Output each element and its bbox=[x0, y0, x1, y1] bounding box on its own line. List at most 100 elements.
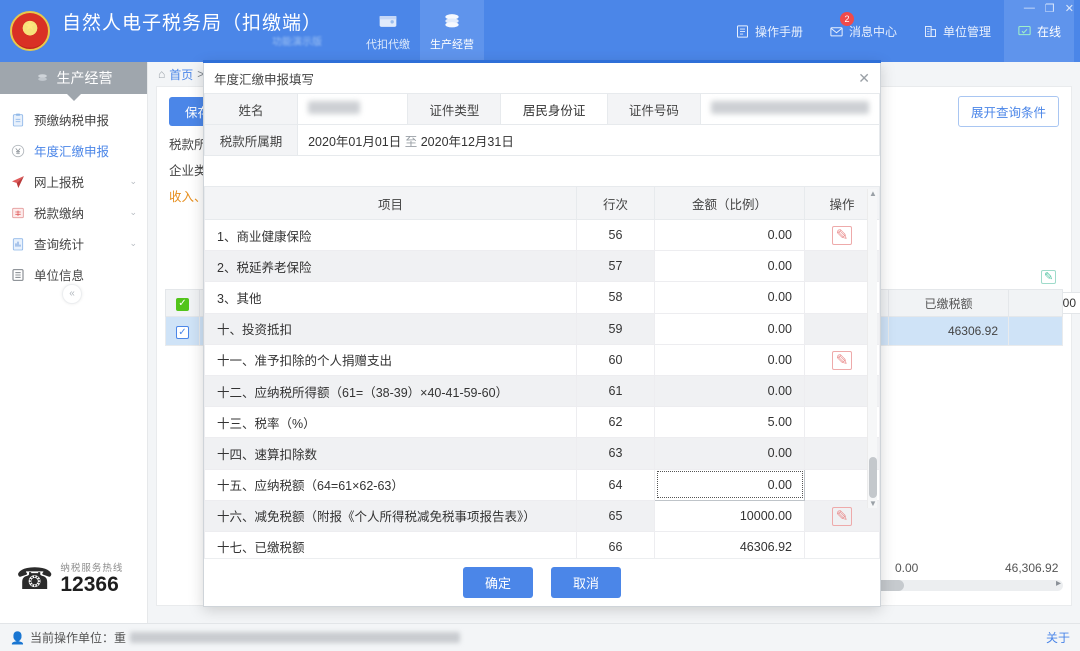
module-tab-label: 生产经营 bbox=[430, 38, 475, 51]
grid-cell-line-number: 57 bbox=[576, 250, 655, 283]
cancel-button[interactable]: 取消 bbox=[551, 567, 622, 598]
id-number-label: 证件号码 bbox=[606, 93, 702, 125]
top-header-bar: 自然人电子税务局（扣缴端） 功能演示版 代扣代缴 生产经营 bbox=[0, 0, 1080, 62]
scroll-down-arrow-icon[interactable]: ▼ bbox=[868, 499, 878, 508]
grid-row[interactable]: 十、投资抵扣 59 0.00 bbox=[204, 312, 880, 345]
grid-cell-line-number: 59 bbox=[576, 312, 655, 345]
grid-cell-line-number: 66 bbox=[576, 530, 655, 558]
sidebar-header: 生产经营 bbox=[0, 62, 147, 101]
id-type-value: 居民身份证 bbox=[500, 93, 608, 125]
grid-row[interactable]: 十一、准予扣除的个人捐赠支出 60 0.00 ✎ bbox=[204, 343, 880, 376]
grid-cell-action bbox=[804, 530, 880, 558]
grid-col-line: 行次 bbox=[576, 186, 655, 220]
expand-query-button[interactable]: 展开查询条件 bbox=[957, 96, 1059, 127]
module-tab-daikoudaijiao[interactable]: 代扣代缴 bbox=[356, 0, 420, 62]
window-minimize-button[interactable]: — bbox=[1024, 2, 1035, 15]
summary-paid: 46,306.92 bbox=[1005, 561, 1059, 575]
sidebar-item-online-filing[interactable]: 网上报税 ⌄ bbox=[0, 166, 147, 197]
grid-row[interactable]: 十五、应纳税额（64=61×62-63） 64 0.00 bbox=[204, 468, 880, 501]
row-checkbox-cell[interactable]: ✓ bbox=[165, 316, 200, 346]
chevron-down-icon: ⌄ bbox=[129, 176, 137, 186]
grid-row[interactable]: 3、其他 58 0.00 bbox=[204, 281, 880, 314]
grid-cell-item: 1、商业健康保险 bbox=[204, 218, 577, 252]
grid-row[interactable]: 十二、应纳税所得额（61=（38-39）×40-41-59-60） 61 0.00 bbox=[204, 374, 880, 408]
column-header-end bbox=[1008, 289, 1063, 317]
column-header-paid: 已缴税额 bbox=[888, 289, 1009, 317]
window-controls: — ❐ ✕ bbox=[1024, 2, 1074, 15]
sidebar-item-tax-payment[interactable]: 税款缴纳 ⌄ bbox=[0, 197, 147, 228]
grid-cell-item: 十六、减免税额（附报《个人所得税减免税事项报告表》） bbox=[204, 499, 577, 532]
grid-cell-item: 2、税延养老保险 bbox=[204, 250, 577, 283]
checkbox-all-icon[interactable]: ✓ bbox=[176, 298, 189, 311]
clipboard-icon bbox=[12, 113, 24, 126]
sidebar: 生产经营 预缴纳税申报 年度汇缴申报 网上报税 ⌄ 税款缴纳 ⌄ 查询统计 ⌄ … bbox=[0, 62, 148, 623]
grid-body: 1、商业健康保险 56 0.00 ✎ 2、税延养老保险 57 0.00 3、其他 58 0.00 十… bbox=[204, 218, 880, 558]
grid-row[interactable]: 十四、速算扣除数 63 0.00 bbox=[204, 437, 880, 470]
chart-doc-icon bbox=[12, 237, 24, 250]
sidebar-item-label: 税款缴纳 bbox=[34, 207, 85, 221]
dialog-close-icon[interactable]: ✕ bbox=[858, 70, 870, 87]
grid-cell-amount-input[interactable]: 0.00 bbox=[654, 312, 805, 345]
grid-cell-amount-input[interactable]: 10000.00 bbox=[654, 499, 805, 532]
row-paid-cell: 46306.92 bbox=[888, 316, 1009, 346]
nav-item-label: 在线 bbox=[1036, 24, 1061, 39]
sidebar-item-label: 单位信息 bbox=[34, 269, 85, 283]
grid-cell-item: 十三、税率（%） bbox=[204, 406, 577, 439]
grid-row[interactable]: 1、商业健康保险 56 0.00 ✎ bbox=[204, 218, 880, 252]
period-connector: 至 bbox=[404, 134, 418, 149]
grid-cell-line-number: 63 bbox=[576, 437, 655, 470]
scroll-up-arrow-icon[interactable]: ▲ bbox=[868, 189, 878, 198]
annual-settlement-dialog: 年度汇缴申报填写 ✕ 姓名 证件类型 居民身份证 证件号码 税款所属期 2020… bbox=[203, 60, 881, 607]
nav-item-label: 单位管理 bbox=[942, 24, 991, 39]
edit-note-icon[interactable]: ✎ bbox=[831, 226, 853, 246]
breadcrumb-home-label[interactable]: 首页 bbox=[169, 66, 193, 83]
edit-square-icon[interactable]: ✎ bbox=[1041, 270, 1057, 284]
grid-cell-line-number: 61 bbox=[576, 374, 655, 408]
grid-row[interactable]: 十七、已缴税额 66 46306.92 bbox=[204, 530, 880, 558]
grid-cell-amount-input[interactable]: 0.00 bbox=[654, 250, 805, 283]
sidebar-item-query-statistics[interactable]: 查询统计 ⌄ bbox=[0, 228, 147, 259]
name-label: 姓名 bbox=[204, 93, 299, 125]
grid-cell-line-number: 64 bbox=[576, 468, 655, 501]
grid-cell-amount: 0.00 bbox=[654, 437, 805, 470]
confirm-button[interactable]: 确定 bbox=[462, 567, 533, 598]
nav-item-unit-management[interactable]: 单位管理 bbox=[910, 0, 1004, 62]
grid-row[interactable]: 十三、税率（%） 62 5.00 bbox=[204, 406, 880, 439]
checkbox-row-icon[interactable]: ✓ bbox=[176, 325, 189, 339]
dialog-scroll-thumb[interactable] bbox=[869, 456, 877, 498]
grid-cell-line-number: 62 bbox=[576, 406, 655, 439]
brand-block: 自然人电子税务局（扣缴端） 功能演示版 bbox=[62, 14, 322, 48]
yuan-circle-icon bbox=[11, 144, 25, 157]
nav-item-label: 操作手册 bbox=[754, 24, 803, 39]
nav-item-messages[interactable]: 2 消息中心 bbox=[816, 0, 910, 62]
scroll-right-arrow-icon[interactable]: ▸ bbox=[1056, 578, 1061, 589]
current-unit-label: 当前操作单位： bbox=[29, 631, 114, 645]
chevron-down-icon: ⌄ bbox=[129, 207, 137, 217]
home-icon[interactable]: ⌂ bbox=[158, 67, 165, 81]
window-maximize-button[interactable]: ❐ bbox=[1045, 2, 1055, 15]
sidebar-item-prepay-declaration[interactable]: 预缴纳税申报 bbox=[0, 104, 147, 135]
sidebar-item-annual-settlement[interactable]: 年度汇缴申报 bbox=[0, 135, 147, 166]
sidebar-collapse-button[interactable]: « bbox=[62, 284, 82, 304]
book-icon bbox=[736, 24, 748, 38]
edit-note-icon[interactable]: ✎ bbox=[831, 506, 853, 526]
grid-cell-amount-input[interactable]: 0.00 bbox=[654, 468, 805, 501]
identity-row-primary: 姓名 证件类型 居民身份证 证件号码 bbox=[204, 93, 880, 125]
declaration-grid: 项目 行次 金额（比例） 操作 1、商业健康保险 56 0.00 ✎ 2、税延养老保险 5… bbox=[204, 186, 880, 558]
grid-row[interactable]: 十六、减免税额（附报《个人所得税减免税事项报告表》） 65 10000.00 ✎ bbox=[204, 499, 880, 532]
dialog-vertical-scrollbar[interactable]: ▲ ▼ bbox=[867, 189, 877, 508]
grid-cell-amount-input[interactable]: 0.00 bbox=[654, 281, 805, 314]
grid-cell-amount-input[interactable]: 0.00 bbox=[654, 343, 805, 376]
edit-note-icon[interactable]: ✎ bbox=[831, 350, 853, 370]
grid-col-item: 项目 bbox=[204, 186, 577, 220]
select-all-header[interactable]: ✓ bbox=[165, 289, 200, 317]
about-link[interactable]: 关于 bbox=[1046, 629, 1070, 646]
grid-cell-amount: 46306.92 bbox=[654, 530, 805, 558]
grid-cell-item: 十二、应纳税所得额（61=（38-39）×40-41-59-60） bbox=[204, 374, 577, 408]
dialog-body: 姓名 证件类型 居民身份证 证件号码 税款所属期 2020年01月01日 至 2… bbox=[204, 93, 880, 558]
grid-row[interactable]: 2、税延养老保险 57 0.00 bbox=[204, 250, 880, 283]
module-tab-shengchanjingying[interactable]: 生产经营 bbox=[420, 0, 485, 62]
nav-item-manual[interactable]: 操作手册 bbox=[722, 0, 816, 62]
window-close-button[interactable]: ✕ bbox=[1065, 2, 1074, 15]
grid-cell-amount-input[interactable]: 0.00 bbox=[654, 218, 805, 252]
